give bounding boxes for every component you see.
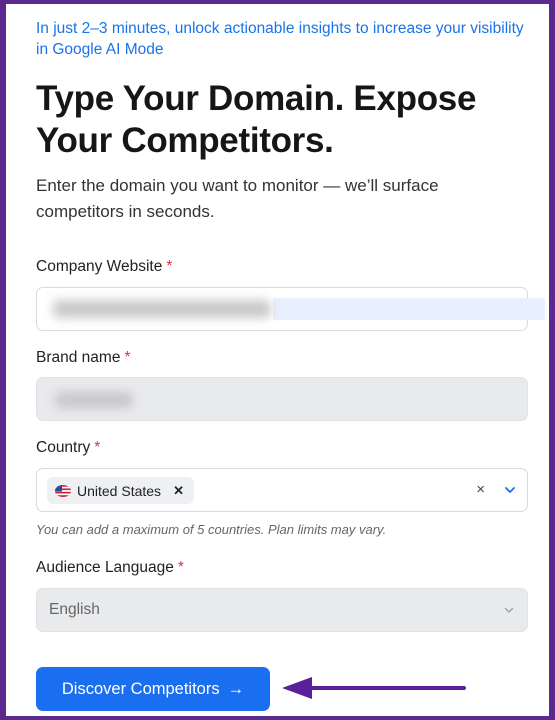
remove-tag-icon[interactable]: ✕ <box>173 483 184 499</box>
annotation-arrow-icon <box>282 677 466 699</box>
country-hint: You can add a maximum of 5 countries. Pl… <box>36 522 387 537</box>
company-website-input[interactable] <box>36 287 545 331</box>
country-label: Country * <box>36 439 100 457</box>
brand-name-label: Brand name * <box>36 349 131 367</box>
required-marker: * <box>177 559 184 576</box>
intro-text: In just 2–3 minutes, unlock actionable i… <box>36 20 524 58</box>
clear-icon[interactable]: × <box>476 481 485 498</box>
autofill-highlight <box>273 298 545 320</box>
required-marker: * <box>124 349 131 366</box>
audience-language-label-text: Audience Language <box>36 559 174 576</box>
brand-name-input[interactable] <box>36 377 528 421</box>
us-flag-icon <box>55 484 71 497</box>
country-tag-label: United States <box>77 482 162 499</box>
page-subtitle: Enter the domain you want to monitor — w… <box>36 176 439 221</box>
country-label-text: Country <box>36 439 91 456</box>
chevron-down-icon <box>504 607 514 613</box>
audience-language-select[interactable]: English <box>36 588 528 632</box>
required-marker: * <box>94 439 101 456</box>
discover-competitors-button[interactable]: Discover Competitors → <box>36 667 270 711</box>
chevron-down-icon[interactable] <box>503 483 517 497</box>
redacted-value <box>53 300 271 318</box>
audience-language-value: English <box>49 601 100 618</box>
brand-name-label-text: Brand name <box>36 349 121 366</box>
country-tag: United States ✕ <box>47 477 194 504</box>
country-multiselect[interactable]: United States ✕ × <box>36 468 528 512</box>
page-title: Type Your Domain. Expose Your Competitor… <box>36 79 477 160</box>
company-website-label: Company Website * <box>36 258 172 276</box>
discover-competitors-label: Discover Competitors <box>61 679 220 698</box>
required-marker: * <box>166 258 173 275</box>
arrow-right-icon: → <box>227 679 245 698</box>
company-website-label-text: Company Website <box>36 258 163 275</box>
screenshot-frame: In just 2–3 minutes, unlock actionable i… <box>0 0 555 720</box>
audience-language-label: Audience Language * <box>36 559 184 577</box>
redacted-value <box>55 392 133 408</box>
